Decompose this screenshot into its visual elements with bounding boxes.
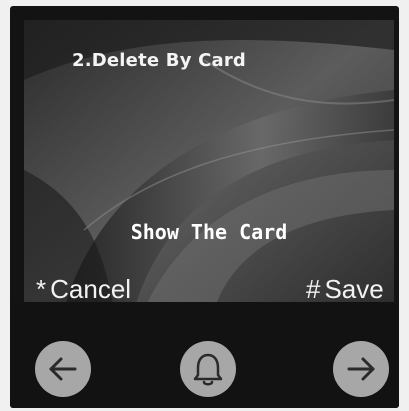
hash-key-icon: #	[306, 274, 321, 304]
save-label: Save	[324, 274, 384, 304]
save-softkey[interactable]: # Save	[306, 274, 384, 304]
card-prompt: Show The Card	[130, 220, 288, 244]
arrow-right-icon	[347, 357, 375, 381]
cancel-label: Cancel	[50, 274, 132, 304]
bell-button[interactable]	[180, 341, 236, 397]
device-bezel: 2.Delete By Card Show The Card * Cancel #…	[10, 6, 399, 408]
access-control-panel: 2.Delete By Card Show The Card * Cancel #…	[0, 0, 409, 411]
arrow-left-icon	[49, 357, 77, 381]
right-arrow-button[interactable]	[333, 341, 389, 397]
bell-icon	[193, 353, 223, 386]
left-arrow-button[interactable]	[35, 341, 91, 397]
asterisk-key-icon: *	[36, 274, 47, 304]
lcd-screen: 2.Delete By Card Show The Card	[24, 20, 394, 310]
cancel-softkey[interactable]: * Cancel	[36, 274, 131, 304]
screen-title: 2.Delete By Card	[72, 50, 247, 71]
